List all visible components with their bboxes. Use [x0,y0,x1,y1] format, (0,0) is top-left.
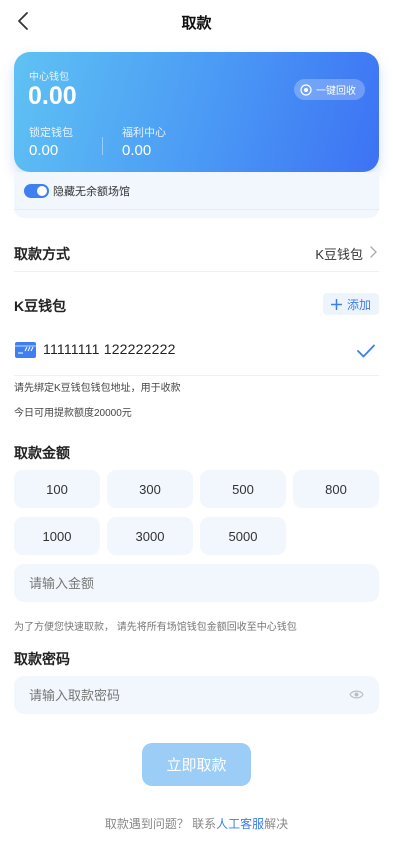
password-input[interactable] [14,676,379,714]
recycle-label: 一键回收 [316,86,356,97]
divider [102,137,103,155]
withdraw-now-button[interactable]: 立即取款 [142,743,251,786]
eye-icon[interactable] [349,688,364,701]
center-wallet-amount: 0.00 [28,82,77,110]
one-click-recycle-button[interactable]: 一键回收 [294,79,365,100]
help-text: 取款遇到问题？ 联系人工客服解决 [0,815,393,832]
center-wallet-label: 中心钱包 [29,72,69,83]
welfare-center-label: 福利中心 [122,127,166,139]
amount-preset-button[interactable]: 800 [293,470,379,508]
customer-service-link[interactable]: 人工客服 [216,817,264,831]
top-bar: 取款 [0,0,393,44]
add-account-button[interactable]: 添加 [322,293,379,315]
hide-empty-venues-toggle-row: 隐藏无余额场馆 [24,183,130,199]
help-prefix: 取款遇到问题？ 联系 [104,817,217,831]
amount-preset-button[interactable]: 1000 [14,517,100,555]
withdraw-amount-title: 取款金额 [14,445,70,461]
help-suffix: 解决 [264,817,289,831]
withdraw-password-title: 取款密码 [14,651,70,667]
amount-preset-button[interactable]: 100 [14,470,100,508]
hide-empty-venues-label: 隐藏无余额场馆 [53,186,130,198]
welfare-center-amount: 0.00 [122,142,152,159]
amount-input[interactable] [14,564,379,602]
amount-preset-button[interactable]: 300 [107,470,193,508]
plus-icon [330,298,342,310]
chevron-right-icon [370,246,377,258]
withdraw-method-label: 取款方式 [14,246,70,262]
hide-empty-venues-toggle[interactable] [24,184,49,198]
divider [14,209,379,210]
withdraw-method-row[interactable]: 取款方式 K豆钱包 [14,234,379,272]
recycle-note: 为了方便您快速取款， 请先将所有场馆钱包金额回收至中心钱包 [14,622,297,633]
kdou-account-item[interactable]: 11111111 122222222 [14,332,379,376]
add-account-label: 添加 [346,297,371,312]
kdou-wallet-title: K豆钱包 [14,298,67,314]
amount-preset-button[interactable]: 3000 [107,517,193,555]
recycle-icon [300,83,312,96]
check-icon [357,344,375,358]
locked-wallet-label: 锁定钱包 [29,127,73,139]
kdou-account-number: 11111111 122222222 [43,341,176,357]
wallet-card-icon [15,342,36,358]
page-title: 取款 [181,15,212,32]
daily-limit-hint: 今日可用提款额度20000元 [14,408,132,419]
locked-wallet-amount: 0.00 [29,142,59,159]
bind-address-hint: 请先绑定K豆钱包钱包地址，用于收款 [14,383,181,394]
wallet-card: 中心钱包 0.00 一键回收 锁定钱包 0.00 福利中心 0.00 [14,52,379,172]
amount-preset-button[interactable]: 5000 [200,517,286,555]
withdraw-method-value: K豆钱包 [315,247,363,262]
amount-preset-button[interactable]: 500 [200,470,286,508]
